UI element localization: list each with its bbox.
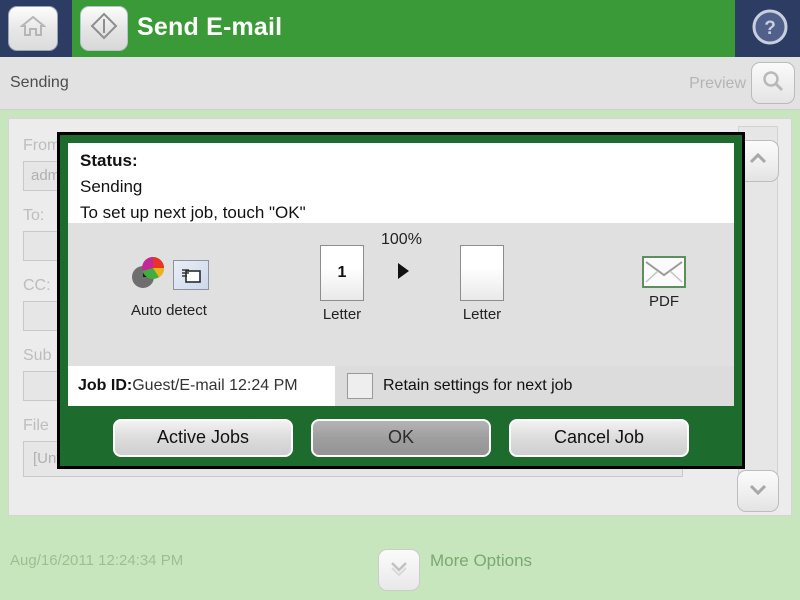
cancel-job-button[interactable]: Cancel Job — [509, 418, 689, 457]
help-question-icon: ? — [750, 7, 790, 52]
job-id-label: Job ID — [78, 377, 127, 394]
field-value-from: adm — [31, 167, 61, 184]
home-icon — [19, 14, 47, 43]
chevron-up-icon — [748, 152, 768, 171]
job-id-cell: Job ID: Guest/E-mail 12:24 PM — [68, 366, 335, 406]
retain-settings-row[interactable]: Retain settings for next job — [335, 366, 734, 406]
field-label-cc: CC: — [23, 277, 51, 294]
field-label-subject: Sub — [23, 347, 52, 364]
status-colon: : — [131, 151, 138, 170]
output-page-caption: Letter — [462, 306, 502, 323]
file-type-summary: PDF — [624, 256, 704, 310]
color-mode-caption: Auto detect — [131, 302, 207, 319]
output-page-icon — [460, 245, 504, 301]
ok-button[interactable]: OK — [311, 418, 491, 457]
dialog-button-row: Active Jobs OK Cancel Job — [68, 415, 734, 460]
dialog-summary-section: Auto detect 1 Letter 100% Letter PDF — [68, 223, 734, 366]
envelope-icon — [642, 256, 686, 288]
top-header-bar: Send E-mail ? — [0, 0, 800, 57]
field-label-filename: File — [23, 417, 49, 434]
source-page-summary: 1 Letter — [302, 245, 382, 323]
color-wheel-icon — [129, 253, 169, 298]
active-jobs-button[interactable]: Active Jobs — [113, 418, 293, 457]
scanner-glass-icon — [173, 260, 209, 290]
active-jobs-label: Active Jobs — [156, 427, 250, 447]
svg-text:?: ? — [764, 18, 776, 39]
help-button[interactable]: ? — [748, 7, 792, 51]
source-page-caption: Letter — [322, 306, 362, 323]
retain-settings-label: Retain settings for next job — [383, 377, 573, 394]
start-button[interactable] — [80, 6, 128, 51]
printer-control-panel-screen: Send E-mail ? Sending Preview From: adm … — [0, 0, 800, 600]
dialog-footer: Job ID: Guest/E-mail 12:24 PM Retain sett… — [68, 366, 734, 406]
retain-settings-checkbox[interactable] — [347, 373, 373, 399]
chevron-down-icon — [748, 482, 768, 501]
ok-label: OK — [387, 427, 414, 447]
field-label-to: To: — [23, 207, 45, 224]
more-options-label: More Options — [430, 551, 533, 570]
status-label: Status — [80, 151, 132, 170]
timestamp: Aug/16/2011 12:24:34 PM — [10, 552, 184, 569]
magnifier-icon — [761, 69, 785, 98]
output-page-summary: Letter — [442, 245, 522, 323]
color-mode-summary: Auto detect — [104, 253, 234, 319]
source-page-icon: 1 — [320, 245, 364, 301]
more-options-button[interactable] — [378, 549, 420, 591]
cancel-job-label: Cancel Job — [553, 427, 645, 447]
file-type-caption: PDF — [649, 293, 679, 310]
scale-percent-label: 100% — [381, 231, 422, 248]
status-value: Sending — [80, 177, 143, 196]
job-id-value: Guest/E-mail 12:24 PM — [132, 377, 298, 394]
status-dialog: Status: Sending To set up next job, touc… — [57, 132, 745, 469]
status-instruction: To set up next job, touch "OK" — [80, 203, 306, 222]
sub-header-bar: Sending Preview — [0, 57, 800, 110]
preview-button[interactable] — [751, 62, 795, 104]
page-title: Send E-mail — [137, 13, 283, 41]
home-button[interactable] — [8, 6, 58, 51]
arrow-right-icon — [398, 263, 409, 279]
start-diamond-icon — [90, 12, 118, 45]
dialog-status-section: Status: Sending To set up next job, touc… — [68, 143, 734, 223]
sending-status-text: Sending — [10, 74, 69, 91]
scroll-down-button[interactable] — [737, 470, 779, 512]
preview-label: Preview — [689, 75, 746, 92]
chevron-double-down-icon — [388, 559, 410, 582]
